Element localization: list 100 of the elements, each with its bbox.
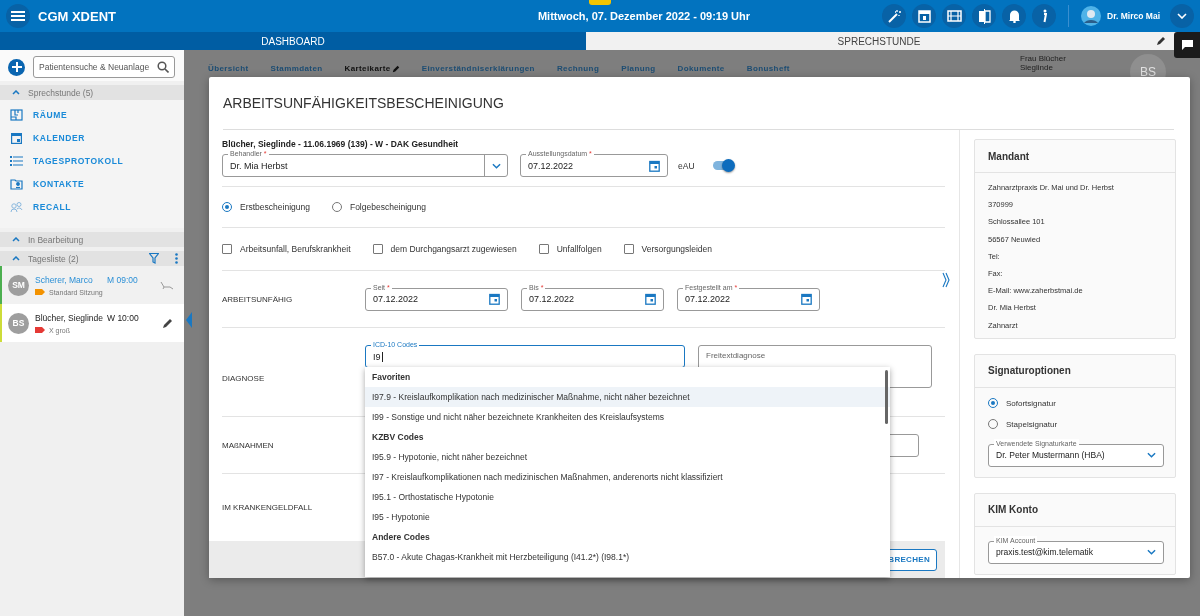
section-title: Sprechstunde (5) — [28, 87, 94, 98]
menu-icon — [11, 10, 25, 22]
card-title: KIM Konto — [975, 493, 1175, 527]
patient-name: Sieglinde — [1020, 63, 1054, 72]
section-label: MAßNAHMEN — [222, 440, 275, 450]
patient-avatar: SM — [8, 274, 29, 296]
pencil-icon — [391, 64, 400, 73]
chat-button[interactable] — [1174, 32, 1200, 58]
eau-label: eAU — [678, 160, 695, 171]
chevron-down-icon — [1177, 13, 1187, 19]
user-avatar-icon — [1081, 6, 1102, 26]
info-icon — [1041, 9, 1048, 23]
film-button[interactable] — [942, 4, 967, 28]
nav-tab[interactable]: Karteikarte — [344, 64, 400, 73]
user-name: Dr. Mirco Mai — [1107, 11, 1160, 21]
group-heading: Andere Codes — [371, 531, 431, 544]
suggestion-item[interactable]: I95.1 - Orthostatische Hypotonie — [365, 487, 890, 507]
calendar-icon — [801, 293, 812, 305]
magic-wand-icon — [887, 9, 902, 23]
section-title: In Bearbeitung — [28, 234, 84, 245]
radio-option[interactable]: Sofortsignatur — [988, 395, 1162, 411]
list-icon — [10, 154, 23, 167]
chevron-down-icon — [1147, 452, 1156, 459]
calendar-icon — [10, 131, 23, 144]
date-time: Mittwoch, 07. Dezember 2022 - 09:19 Uhr — [536, 10, 752, 22]
calendar-icon — [645, 293, 656, 305]
chevron-up-icon — [12, 237, 20, 242]
chevron-down-icon — [1147, 549, 1156, 556]
patient-avatar: BS — [8, 312, 29, 334]
people-icon — [10, 200, 23, 213]
calendar-button[interactable] — [912, 4, 937, 28]
patient-name: Frau Blücher — [1020, 54, 1067, 63]
patient-name: Blücher, Sieglinde — [35, 312, 105, 323]
menu-button[interactable] — [6, 4, 30, 28]
radio-label: Stapelsignatur — [1006, 419, 1058, 429]
section-header[interactable]: In Bearbeitung — [0, 232, 184, 247]
chevron-down-icon — [491, 162, 501, 169]
appointment-time: W 10:00 — [107, 312, 139, 323]
calendar-icon — [649, 159, 660, 172]
search-icon — [157, 61, 169, 73]
top-tab[interactable]: DASHBOARD — [0, 32, 586, 50]
add-button[interactable] — [8, 58, 25, 76]
section-label: DIAGNOSE — [222, 374, 266, 383]
floor-plan-icon — [10, 108, 23, 121]
radio-option[interactable]: Stapelsignatur — [988, 416, 1162, 432]
checkbox[interactable] — [538, 244, 549, 254]
suggestion-item[interactable]: I99 - Sonstige und nicht näher bezeichnete Krankheiten des Kreislaufsystems — [365, 407, 890, 427]
radio-label: Sofortsignatur — [1006, 398, 1056, 408]
calendar-icon — [489, 293, 500, 305]
suggestion-item[interactable]: I97.9 - Kreislaufkomplikation nach medizinischer Maßnahme, nicht näher bezeichnet — [365, 387, 890, 407]
notch-marker — [589, 0, 611, 5]
compare-button[interactable] — [972, 4, 997, 28]
chevron-up-icon — [12, 90, 20, 95]
dental-chair-icon — [160, 280, 174, 290]
patient-name: Scherer, Marco — [35, 274, 94, 285]
suggestion-item[interactable]: I95 - Hypotonie — [365, 507, 890, 527]
radio-option[interactable]: Folgebescheinigung — [331, 202, 427, 212]
radio-option[interactable]: Erstbescheinigung — [222, 202, 310, 212]
section-label: IM KRANKENGELDFALL — [222, 503, 314, 512]
card-title: Signaturoptionen — [975, 354, 1175, 388]
chevron-up-icon — [12, 256, 20, 261]
calendar-icon — [917, 9, 931, 23]
section-header[interactable]: Tagesliste (2) — [0, 251, 184, 266]
eau-toggle[interactable] — [712, 161, 733, 170]
checkbox[interactable] — [222, 244, 232, 254]
checkbox-label: Unfallfolgen — [556, 244, 602, 254]
plus-icon — [11, 62, 22, 72]
section-title: Tagesliste (2) — [28, 253, 79, 264]
bell-icon — [1007, 9, 1021, 23]
checkbox-option[interactable]: Unfallfolgen — [538, 244, 602, 254]
scrollbar[interactable] — [885, 370, 888, 424]
group-heading: Favoriten — [371, 371, 412, 384]
split-document-icon — [977, 8, 991, 24]
group-heading: KZBV Codes — [371, 431, 425, 444]
film-strip-icon — [946, 10, 962, 22]
checkbox[interactable] — [623, 244, 634, 254]
more-icon[interactable] — [175, 253, 178, 264]
patient-info: Blücher, Sieglinde - 11.06.1969 (139) - W - DAK Gesundheit — [222, 139, 459, 149]
pencil-icon[interactable] — [1156, 36, 1166, 46]
checkbox-option[interactable]: Versorgungsleiden — [623, 244, 713, 254]
magic-wand-button[interactable] — [882, 4, 907, 28]
radio-label: Erstbescheinigung — [240, 202, 310, 212]
app-title: CGM XDENT — [38, 8, 117, 24]
checkbox-label: Versorgungsleiden — [641, 244, 713, 254]
double-chevron-icon[interactable] — [942, 272, 950, 288]
dialog-title: ARBEITSUNFÄHIGKEITSBESCHEINIGUNG — [223, 77, 1174, 130]
pencil-icon[interactable] — [162, 317, 174, 329]
section-header[interactable]: Sprechstunde (5) — [0, 85, 184, 100]
suggestion-item[interactable]: I95.9 - Hypotonie, nicht näher bezeichnet — [365, 447, 890, 467]
notifications-button[interactable] — [1002, 4, 1027, 28]
info-button[interactable] — [1032, 4, 1057, 28]
card-title: Mandant — [975, 140, 1175, 173]
section-label: ARBEITSUNFÄHIG — [222, 294, 294, 304]
search-field[interactable]: Patientensuche & Neuanlage — [33, 56, 175, 78]
filter-icon[interactable] — [149, 253, 159, 264]
suggestion-item[interactable]: I97 - Kreislaufkomplikationen nach medizinischen Maßnahmen, anderenorts nicht klassifiziert — [365, 467, 890, 487]
checkbox[interactable] — [372, 244, 383, 254]
contact-card-icon — [10, 177, 23, 190]
radio-label: Folgebescheinigung — [349, 202, 427, 212]
appointment-time: M 09:00 — [107, 274, 138, 285]
